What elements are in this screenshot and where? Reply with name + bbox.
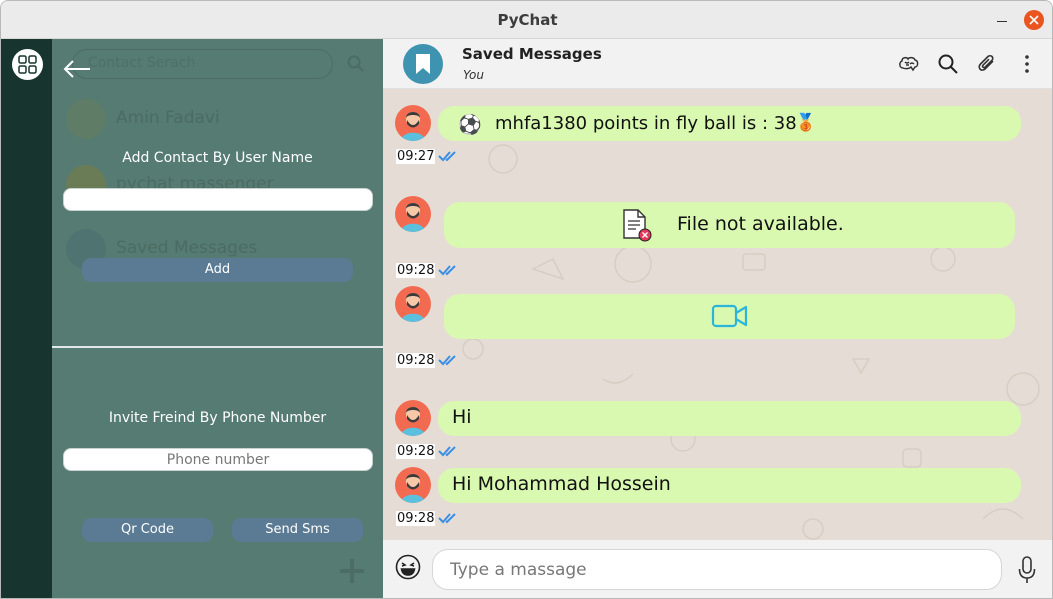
qr-code-button[interactable]: Qr Code xyxy=(82,518,213,542)
chat-title: Saved Messages xyxy=(462,45,602,63)
title-bar: PyChat xyxy=(1,1,1052,39)
file-message-bubble[interactable]: File not available. xyxy=(444,202,1015,248)
message-time: 09:28 xyxy=(396,353,436,368)
message-time: 09:28 xyxy=(396,444,436,459)
search-icon[interactable] xyxy=(936,52,960,76)
plus-icon xyxy=(340,559,364,583)
emoji-icon[interactable] xyxy=(395,554,421,580)
chat-subtitle: You xyxy=(463,68,484,82)
contact-avatar xyxy=(66,99,106,139)
phone-number-input[interactable] xyxy=(63,448,373,471)
more-vertical-icon[interactable] xyxy=(1015,52,1039,76)
message-time: 09:28 xyxy=(396,263,436,278)
sender-avatar xyxy=(395,286,431,322)
brain-icon[interactable] xyxy=(897,52,921,76)
sender-avatar xyxy=(395,400,431,436)
add-button[interactable]: Add xyxy=(82,258,353,282)
contacts-panel: Contact Serach Amin Fadavi pychat massen… xyxy=(52,39,383,598)
message-composer xyxy=(383,540,1052,598)
message-text: Hi Mohammad Hossein xyxy=(452,473,671,495)
file-error-icon xyxy=(623,209,652,242)
apps-grid-icon[interactable] xyxy=(12,49,43,80)
sender-avatar xyxy=(395,105,431,141)
message-time: 09:28 xyxy=(396,511,436,526)
side-rail xyxy=(1,39,52,598)
message-bubble[interactable]: ⚽ mhfa1380 points in fly ball is : 38 🥉 xyxy=(438,106,1021,141)
window-title: PyChat xyxy=(497,11,558,29)
username-input[interactable] xyxy=(63,188,373,211)
message-text: Hi xyxy=(452,406,472,428)
divider xyxy=(52,346,383,348)
double-check-icon xyxy=(438,151,456,162)
double-check-icon xyxy=(438,265,456,276)
message-bubble[interactable]: Hi xyxy=(438,401,1021,436)
close-icon[interactable] xyxy=(1024,10,1044,30)
contact-search-placeholder: Contact Serach xyxy=(88,55,196,71)
chat-avatar[interactable] xyxy=(403,44,443,84)
add-contact-title: Add Contact By User Name xyxy=(122,150,313,166)
contact-name: Amin Fadavi xyxy=(116,108,220,128)
file-message-text: File not available. xyxy=(677,213,844,235)
back-arrow-icon[interactable] xyxy=(63,59,91,79)
app-window: PyChat Contact Serach Amin Fadavi pychat… xyxy=(0,0,1053,599)
chat-header: Saved Messages You xyxy=(383,39,1052,89)
message-input[interactable] xyxy=(432,549,1002,590)
sender-avatar xyxy=(395,196,431,232)
video-icon[interactable] xyxy=(711,303,749,329)
send-sms-button[interactable]: Send Sms xyxy=(232,518,363,542)
minimize-icon[interactable] xyxy=(993,9,1011,31)
message-time: 09:27 xyxy=(396,149,436,164)
double-check-icon xyxy=(438,513,456,524)
double-check-icon xyxy=(438,446,456,457)
message-emoji: 🥉 xyxy=(795,113,817,133)
sender-avatar xyxy=(395,467,431,503)
paperclip-icon[interactable] xyxy=(975,52,999,76)
double-check-icon xyxy=(438,355,456,366)
microphone-icon[interactable] xyxy=(1018,556,1036,584)
message-list: ⚽ mhfa1380 points in fly ball is : 38 🥉 … xyxy=(383,89,1052,540)
message-text: mhfa1380 points in fly ball is : 38 xyxy=(495,113,797,134)
search-icon xyxy=(347,55,364,72)
bookmark-icon xyxy=(416,54,430,74)
contact-name: Saved Messages xyxy=(116,238,258,258)
message-bubble[interactable]: Hi Mohammad Hossein xyxy=(438,468,1021,503)
invite-title: Invite Freind By Phone Number xyxy=(108,410,327,426)
message-emoji: ⚽ xyxy=(458,114,482,136)
video-message-bubble[interactable] xyxy=(444,294,1015,339)
